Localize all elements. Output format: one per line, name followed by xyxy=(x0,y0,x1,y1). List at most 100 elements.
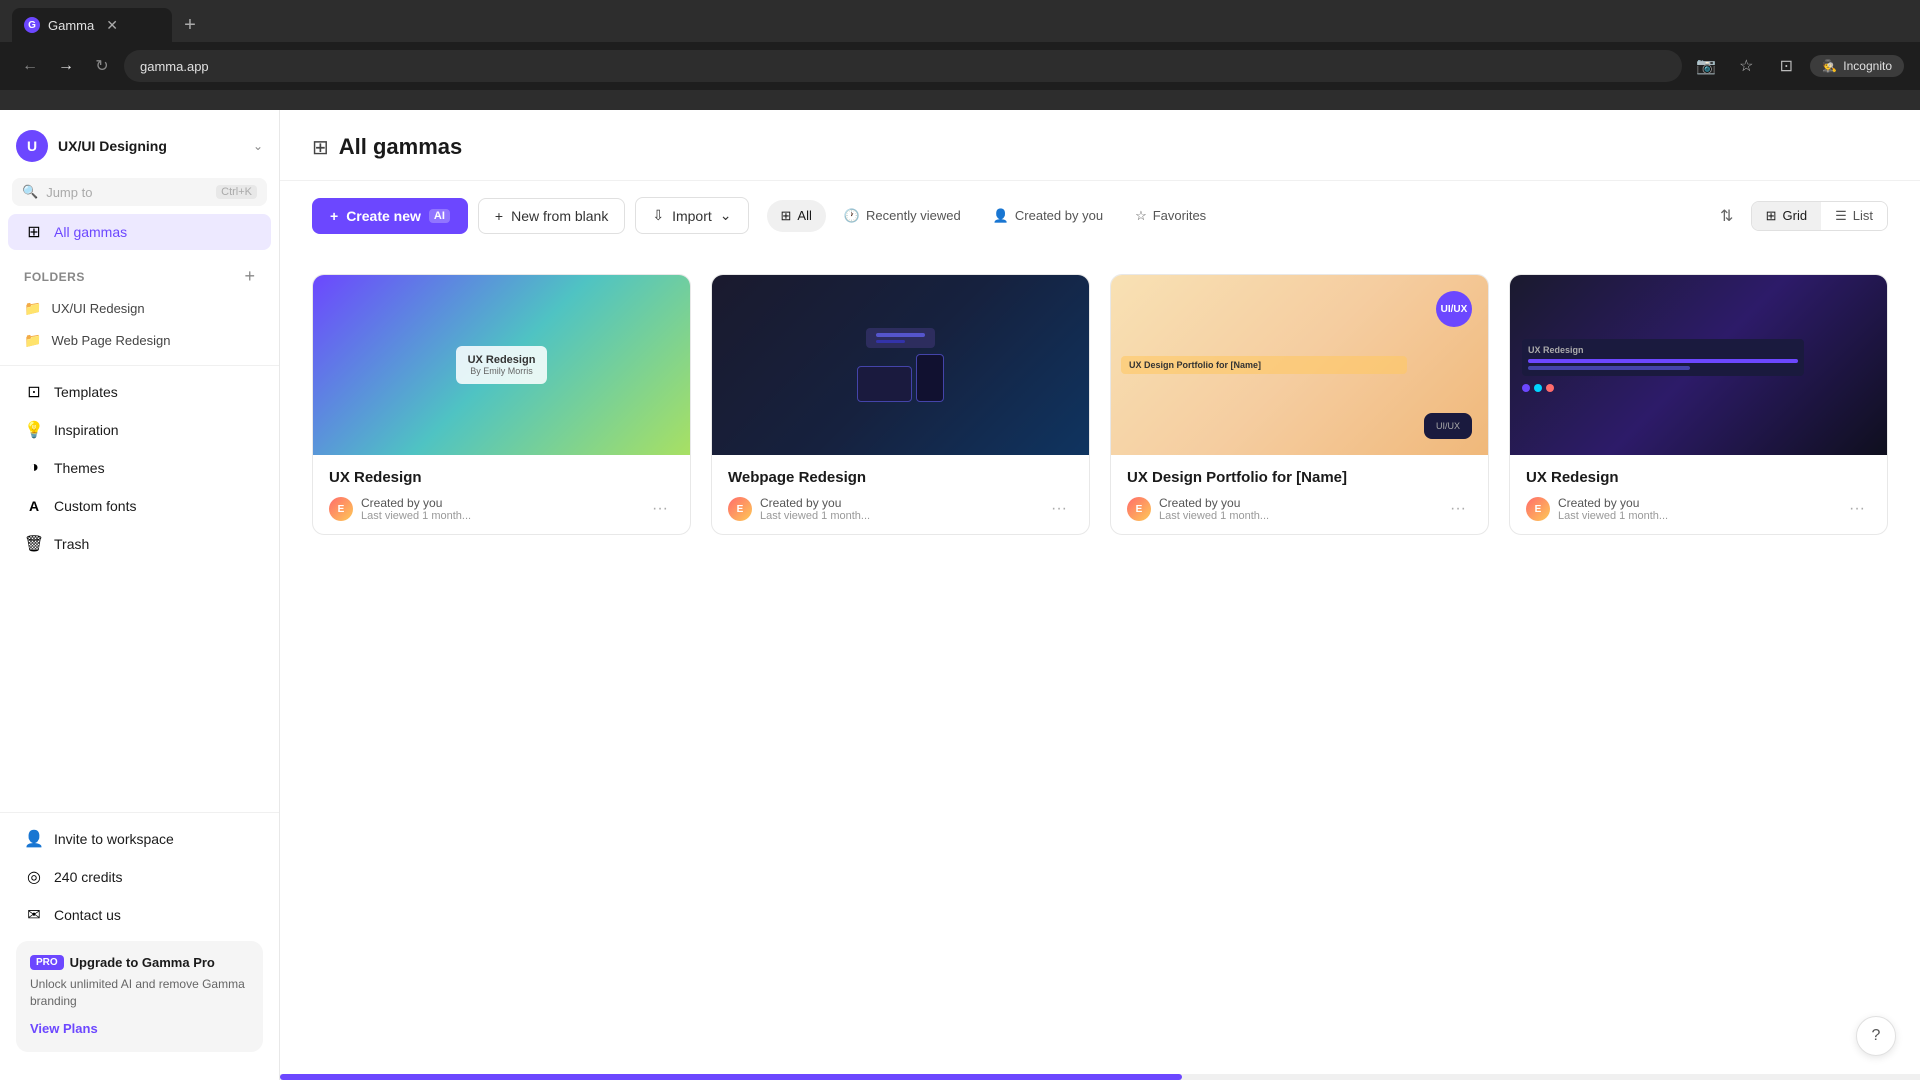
credits-label: 240 credits xyxy=(54,869,122,885)
new-tab-button[interactable]: + xyxy=(176,11,204,39)
tab-title: Gamma xyxy=(48,18,94,33)
card-ux-redesign-1[interactable]: UX Redesign By Emily Morris UX Redesign … xyxy=(312,274,691,535)
create-label: Create new xyxy=(346,208,421,224)
avatar-image: E xyxy=(728,497,752,521)
card-ux-redesign-2[interactable]: UX Redesign UX Redesign xyxy=(1509,274,1888,535)
tab-close-icon[interactable]: ✕ xyxy=(106,17,118,34)
folder-name: UX/UI Redesign xyxy=(51,301,144,316)
forward-button[interactable]: → xyxy=(52,52,80,80)
grid-label: Grid xyxy=(1783,208,1808,223)
thumb-avatar: UI/UX xyxy=(1436,291,1472,327)
grid-view-button[interactable]: ⊞ Grid xyxy=(1752,202,1821,230)
folders-label: Folders xyxy=(24,270,85,284)
card-thumbnail: UX Redesign By Emily Morris xyxy=(313,275,690,455)
divider xyxy=(0,812,279,813)
tab-bar: G Gamma ✕ + xyxy=(0,0,1920,42)
filter-tab-favorites[interactable]: ☆ Favorites xyxy=(1121,200,1220,232)
card-ux-portfolio[interactable]: UX Design Portfolio for [Name] UI/UX UI/… xyxy=(1110,274,1489,535)
list-view-button[interactable]: ☰ List xyxy=(1821,202,1887,230)
refresh-button[interactable]: ↻ xyxy=(88,52,116,80)
contact-label: Contact us xyxy=(54,907,121,923)
sidebar-item-themes[interactable]: ◑ Themes xyxy=(8,450,271,486)
workspace-chevron-icon[interactable]: ⌄ xyxy=(253,139,263,153)
custom-fonts-icon: A xyxy=(24,496,44,516)
card-meta: Created by you Last viewed 1 month... xyxy=(1159,496,1436,522)
clock-icon: 🕐 xyxy=(844,208,860,224)
card-webpage-redesign[interactable]: Webpage Redesign E Created by you Last v… xyxy=(711,274,1090,535)
sort-button[interactable]: ⇅ xyxy=(1711,200,1743,232)
list-label: List xyxy=(1853,208,1873,223)
new-from-blank-button[interactable]: + New from blank xyxy=(478,198,625,234)
card-date: Last viewed 1 month... xyxy=(1159,510,1436,522)
thumb-title: UX Redesign xyxy=(468,354,536,366)
import-chevron-icon: ⌄ xyxy=(720,207,732,224)
list-icon: ☰ xyxy=(1835,208,1847,224)
card-more-button[interactable]: ··· xyxy=(1444,498,1472,520)
thumb-line xyxy=(876,333,926,337)
all-gammas-label: All gammas xyxy=(54,224,127,240)
incognito-button[interactable]: 🕵 Incognito xyxy=(1810,55,1904,77)
thumb-ui-title: UX Redesign xyxy=(1528,345,1798,355)
card-title: Webpage Redesign xyxy=(728,469,1073,486)
pro-title: Upgrade to Gamma Pro xyxy=(70,955,215,970)
plus-icon: + xyxy=(330,208,338,224)
pro-upgrade-banner: PRO Upgrade to Gamma Pro Unlock unlimite… xyxy=(16,941,263,1052)
workspace-avatar: U xyxy=(16,130,48,162)
card-more-button[interactable]: ··· xyxy=(646,498,674,520)
nav-controls: ← → ↻ gamma.app 📷 ☆ ⊡ 🕵 Incognito xyxy=(0,42,1920,90)
sidebar-item-contact[interactable]: ✉ Contact us xyxy=(8,897,271,933)
card-footer: E Created by you Last viewed 1 month... … xyxy=(1127,496,1472,522)
sidebar-item-all-gammas[interactable]: ⊞ All gammas xyxy=(8,214,271,250)
search-icon: 🔍 xyxy=(22,184,38,200)
all-label: All xyxy=(797,208,811,223)
avatar-image: E xyxy=(329,497,353,521)
add-folder-icon[interactable]: + xyxy=(244,266,255,287)
back-button[interactable]: ← xyxy=(16,52,44,80)
sidebar-item-trash[interactable]: 🗑 Trash xyxy=(8,526,271,562)
pro-label: PRO xyxy=(30,955,64,970)
import-button[interactable]: ⇩ Import ⌄ xyxy=(635,197,748,234)
folders-section: Folders + 📁 UX/UI Redesign 📁 Web Page Re… xyxy=(0,260,279,357)
search-bar[interactable]: 🔍 Jump to Ctrl+K xyxy=(12,178,267,206)
card-title: UX Redesign xyxy=(329,469,674,486)
camera-off-icon[interactable]: 📷 xyxy=(1690,50,1722,82)
active-tab[interactable]: G Gamma ✕ xyxy=(12,8,172,42)
card-avatar: E xyxy=(1526,497,1550,521)
card-thumbnail: UX Design Portfolio for [Name] UI/UX UI/… xyxy=(1111,275,1488,455)
card-more-button[interactable]: ··· xyxy=(1843,498,1871,520)
create-new-button[interactable]: + Create new AI xyxy=(312,198,468,234)
person-icon: 👤 xyxy=(993,208,1009,224)
address-bar[interactable]: gamma.app xyxy=(124,50,1682,82)
view-plans-button[interactable]: View Plans xyxy=(30,1021,98,1036)
invite-label: Invite to workspace xyxy=(54,831,174,847)
sidebar-item-credits[interactable]: ◎ 240 credits xyxy=(8,859,271,895)
sidebar-item-custom-fonts[interactable]: A Custom fonts xyxy=(8,488,271,524)
toolbar: + Create new AI + New from blank ⇩ Impor… xyxy=(280,181,1920,250)
card-more-button[interactable]: ··· xyxy=(1045,498,1073,520)
folder-item-ux-ui[interactable]: 📁 UX/UI Redesign xyxy=(8,293,271,324)
filter-tab-all[interactable]: ⊞ All xyxy=(767,200,826,232)
created-by-you-label: Created by you xyxy=(1015,208,1103,223)
card-footer: E Created by you Last viewed 1 month... … xyxy=(1526,496,1871,522)
sidebar: U UX/UI Designing ⌄ 🔍 Jump to Ctrl+K ⊞ A… xyxy=(0,110,280,1080)
card-avatar: E xyxy=(728,497,752,521)
folder-item-web-page[interactable]: 📁 Web Page Redesign xyxy=(8,325,271,356)
card-date: Last viewed 1 month... xyxy=(760,510,1037,522)
filter-tab-recently-viewed[interactable]: 🕐 Recently viewed xyxy=(830,200,975,232)
sidebar-item-invite[interactable]: 👤 Invite to workspace xyxy=(8,821,271,857)
filter-tab-created-by-you[interactable]: 👤 Created by you xyxy=(979,200,1117,232)
sidebar-item-templates[interactable]: ⊡ Templates xyxy=(8,374,271,410)
dot xyxy=(1534,384,1542,392)
folder-icon: 📁 xyxy=(24,332,41,349)
browser-chrome: G Gamma ✕ + ← → ↻ gamma.app 📷 ☆ ⊡ 🕵 Inco… xyxy=(0,0,1920,110)
pro-badge: PRO Upgrade to Gamma Pro xyxy=(30,955,249,970)
bookmark-icon[interactable]: ☆ xyxy=(1730,50,1762,82)
search-placeholder: Jump to xyxy=(46,185,208,200)
folder-name: Web Page Redesign xyxy=(51,333,170,348)
tablet-icon[interactable]: ⊡ xyxy=(1770,50,1802,82)
sidebar-item-inspiration[interactable]: 💡 Inspiration xyxy=(8,412,271,448)
help-button[interactable]: ? xyxy=(1856,1016,1896,1056)
inspiration-label: Inspiration xyxy=(54,422,119,438)
incognito-icon: 🕵 xyxy=(1822,59,1837,73)
thumb-text: UX Design Portfolio for [Name] xyxy=(1129,360,1399,370)
